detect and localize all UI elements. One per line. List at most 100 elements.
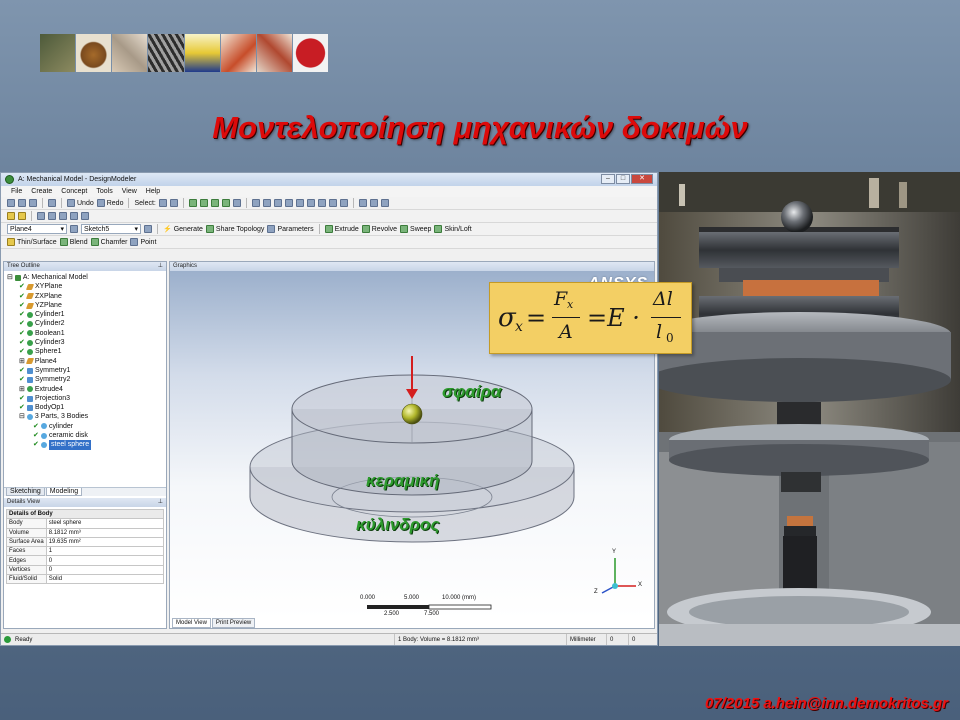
display-model-icon[interactable] — [369, 199, 378, 207]
symmetry-icon — [27, 376, 33, 383]
tree-item[interactable]: ✔ XYPlane — [7, 282, 163, 291]
new-sketch-icon[interactable] — [144, 225, 152, 233]
tree-item[interactable]: ✔ Boolean1 — [7, 329, 163, 338]
select-mode-icon[interactable] — [158, 199, 167, 207]
parameters-button[interactable]: Parameters — [267, 225, 314, 233]
tree-body[interactable]: ✔ cylinder — [7, 422, 163, 431]
new-plane-icon[interactable] — [37, 212, 45, 220]
image-capture-icon[interactable] — [48, 199, 56, 207]
menu-help[interactable]: Help — [146, 188, 160, 195]
chamfer-button[interactable]: Chamfer — [90, 238, 127, 246]
formula-delta-l: Δl — [653, 288, 673, 310]
tree-item[interactable]: ✔ Projection3 — [7, 394, 163, 403]
menu-concept[interactable]: Concept — [61, 188, 87, 195]
tab-print-preview[interactable]: Print Preview — [211, 618, 256, 628]
tree-parts-group[interactable]: ⊟ 3 Parts, 3 Bodies — [7, 412, 163, 421]
polyline-icon[interactable] — [70, 212, 78, 220]
dimension-icon[interactable] — [48, 212, 56, 220]
display-point-icon[interactable] — [380, 199, 389, 207]
boolean-icon — [27, 330, 33, 337]
zoom-fit-icon[interactable] — [295, 199, 304, 207]
close-button[interactable]: ✕ — [631, 174, 653, 184]
collapse-icon[interactable]: ⊟ — [19, 412, 25, 421]
revolve-button[interactable]: Revolve — [361, 225, 397, 233]
expand-icon[interactable]: ⊞ — [19, 385, 25, 394]
pan-icon[interactable] — [262, 199, 271, 207]
check-icon: ✔ — [19, 329, 25, 337]
generate-button[interactable]: ⚡ Generate — [163, 225, 203, 234]
skin-loft-button[interactable]: Skin/Loft — [434, 225, 472, 233]
menu-tools[interactable]: Tools — [96, 188, 112, 195]
face-filter-icon[interactable] — [210, 199, 219, 207]
microstructure-image — [148, 34, 184, 72]
sweep-button[interactable]: Sweep — [400, 225, 431, 233]
constraint-icon[interactable] — [59, 212, 67, 220]
check-icon: ✔ — [33, 441, 39, 449]
extend-selection-icon[interactable] — [232, 199, 241, 207]
tree-item[interactable]: ⊞ Plane4 — [7, 357, 163, 366]
trim-icon[interactable] — [81, 212, 89, 220]
zoom-icon[interactable] — [273, 199, 282, 207]
new-icon[interactable] — [7, 199, 15, 207]
tree-body-selected[interactable]: ✔ steel sphere — [7, 440, 163, 450]
point-button[interactable]: Point — [130, 238, 156, 246]
open-icon[interactable] — [18, 199, 26, 207]
maximize-button[interactable]: □ — [616, 174, 630, 184]
tab-model-view[interactable]: Model View — [172, 618, 211, 628]
body-filter-icon[interactable] — [221, 199, 230, 207]
magnifier-icon[interactable] — [306, 199, 315, 207]
tree-item[interactable]: ✔ Sphere1 — [7, 347, 163, 356]
extrude-button[interactable]: Extrude — [324, 225, 359, 233]
tree-root[interactable]: ⊟ A: Mechanical Model — [7, 273, 163, 282]
tree-item[interactable]: ✔ YZPlane — [7, 301, 163, 310]
tree-item[interactable]: ✔ Cylinder3 — [7, 338, 163, 347]
formula-area: A — [559, 321, 573, 343]
tree-item[interactable]: ⊞ Extrude4 — [7, 385, 163, 394]
point-filter-icon[interactable] — [188, 199, 197, 207]
check-icon: ✔ — [33, 422, 39, 430]
pin-icon[interactable]: ⊥ — [158, 262, 163, 271]
rotate-icon[interactable] — [251, 199, 260, 207]
redo-button[interactable]: Redo — [96, 199, 123, 207]
tree-item[interactable]: ✔ BodyOp1 — [7, 403, 163, 412]
formula-sigma-sub: x — [515, 319, 523, 335]
tab-modeling[interactable]: Modeling — [45, 488, 83, 496]
new-plane-button-icon[interactable] — [70, 225, 78, 233]
blend-button[interactable]: Blend — [59, 238, 88, 246]
status-units[interactable]: Millimeter — [567, 634, 607, 645]
thin-surface-button[interactable]: Thin/Surface — [7, 238, 57, 246]
display-plane-icon[interactable] — [358, 199, 367, 207]
next-view-icon[interactable] — [328, 199, 337, 207]
sketch-combo[interactable]: Sketch5 ▾ — [81, 224, 141, 234]
pin-icon[interactable]: ⊥ — [158, 498, 163, 507]
tree-body[interactable]: ✔ ceramic disk — [7, 431, 163, 440]
expand-icon[interactable]: ⊞ — [19, 357, 25, 366]
select-filter-icon[interactable] — [169, 199, 178, 207]
menu-create[interactable]: Create — [31, 188, 52, 195]
undo-button[interactable]: Undo — [67, 199, 94, 207]
minimize-button[interactable]: – — [601, 174, 615, 184]
designmodeler-window: A: Mechanical Model - DesignModeler – □ … — [0, 172, 658, 646]
label-cylinder: κύλινδρος — [356, 515, 440, 534]
tree-item[interactable]: ✔ Symmetry2 — [7, 375, 163, 384]
box-zoom-icon[interactable] — [284, 199, 293, 207]
label-sphere: σφαίρα — [442, 382, 502, 401]
view-mode-icon[interactable] — [7, 212, 15, 220]
save-icon[interactable] — [29, 199, 37, 207]
collapse-icon[interactable]: ⊟ — [7, 273, 13, 282]
tree-item[interactable]: ✔ ZXPlane — [7, 292, 163, 301]
edge-filter-icon[interactable] — [199, 199, 208, 207]
tab-sketching[interactable]: Sketching — [6, 488, 45, 496]
isometric-icon[interactable] — [339, 199, 348, 207]
left-pane: Tree Outline ⊥ ⊟ A: Mechanical Model ✔ XYPl… — [3, 261, 167, 629]
tree-item[interactable]: ✔ Symmetry1 — [7, 366, 163, 375]
menu-file[interactable]: File — [11, 188, 22, 195]
status-selection: 1 Body: Volume = 8.1812 mm³ — [395, 634, 567, 645]
share-topology-button[interactable]: Share Topology — [205, 225, 264, 233]
tree-item[interactable]: ✔ Cylinder1 — [7, 310, 163, 319]
color-mode-icon[interactable] — [18, 212, 26, 220]
previous-view-icon[interactable] — [317, 199, 326, 207]
menu-view[interactable]: View — [122, 188, 137, 195]
plane-combo[interactable]: Plane4 ▾ — [7, 224, 67, 234]
tree-item[interactable]: ✔ Cylinder2 — [7, 319, 163, 328]
